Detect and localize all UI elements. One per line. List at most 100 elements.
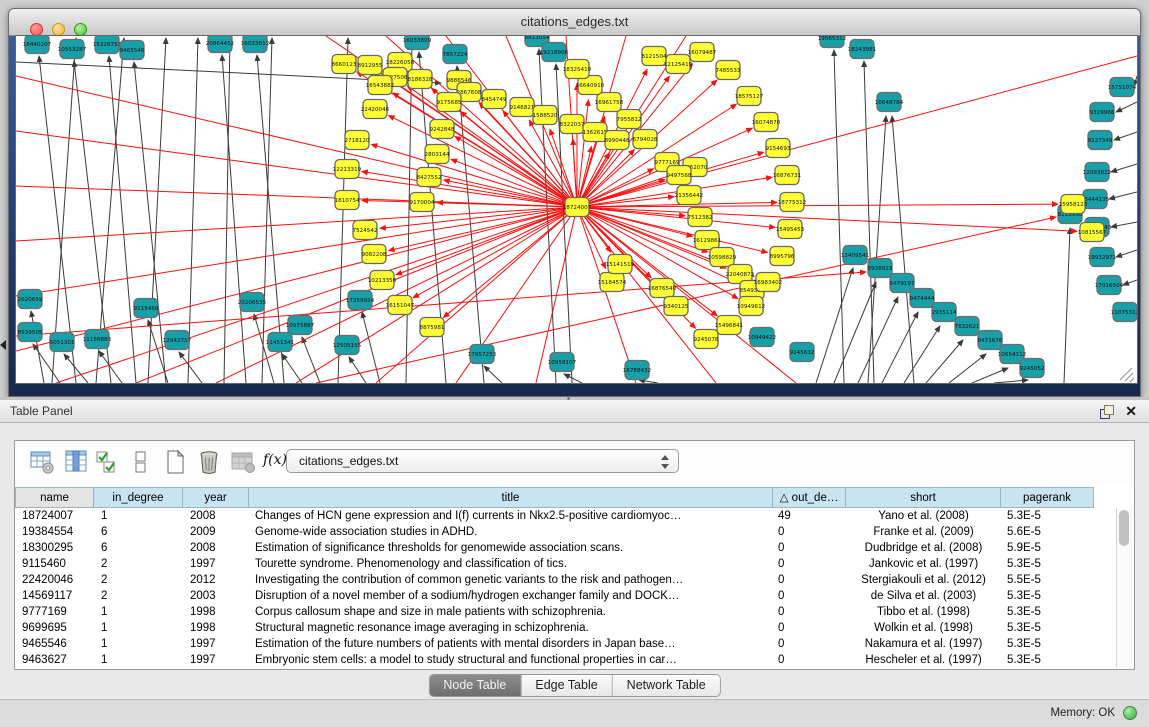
- delete-table-trash-icon[interactable]: [195, 448, 223, 476]
- network-node[interactable]: 16983402: [754, 273, 782, 292]
- network-node[interactable]: 15958123: [1059, 195, 1088, 214]
- network-node[interactable]: 16151047: [386, 296, 415, 315]
- network-node[interactable]: 9340125: [664, 297, 689, 316]
- network-node[interactable]: 8427552: [417, 168, 442, 187]
- network-node[interactable]: 6794028: [633, 130, 658, 149]
- network-node[interactable]: 18243981: [848, 40, 877, 59]
- network-node[interactable]: 8990448: [605, 131, 630, 150]
- table-row[interactable]: 1938455462009Genome-wide association stu…: [15, 524, 1094, 540]
- network-node[interactable]: 9245052: [1020, 359, 1045, 378]
- network-node[interactable]: 12942757: [163, 331, 192, 350]
- network-node[interactable]: 9242848: [430, 120, 455, 139]
- column-header-out_de[interactable]: △ out_de…: [773, 487, 846, 508]
- network-node[interactable]: 7512382: [688, 208, 713, 227]
- network-node[interactable]: 16876540: [648, 279, 677, 298]
- network-node[interactable]: 22420046: [361, 100, 390, 119]
- network-node[interactable]: 9474444: [910, 289, 935, 308]
- column-header-in_degree[interactable]: in_degree: [94, 487, 183, 508]
- network-node[interactable]: 7632621: [955, 317, 980, 336]
- network-node[interactable]: 2718120: [345, 131, 370, 150]
- network-node[interactable]: 19932971: [1088, 248, 1117, 267]
- table-row[interactable]: 911546021997Tourette syndrome. Phenomeno…: [15, 556, 1094, 572]
- network-node[interactable]: 9245078: [694, 330, 719, 349]
- network-node[interactable]: 15226753: [93, 35, 122, 54]
- tab-edge-table[interactable]: Edge Table: [521, 675, 612, 696]
- network-node[interactable]: 11156883: [83, 330, 112, 349]
- vertical-scrollbar[interactable]: [1116, 508, 1132, 667]
- network-node[interactable]: 8454749: [482, 90, 507, 109]
- network-node[interactable]: 16033809: [403, 35, 432, 50]
- network-node[interactable]: 21356442: [675, 186, 703, 205]
- network-node[interactable]: 10975887: [286, 316, 315, 335]
- network-node[interactable]: 15141519: [606, 255, 635, 274]
- network-node[interactable]: 2803144: [425, 145, 450, 164]
- network-window-titlebar[interactable]: citations_edges.txt: [9, 9, 1140, 36]
- network-node[interactable]: 5051301: [50, 333, 75, 352]
- tab-network-table[interactable]: Network Table: [613, 675, 720, 696]
- table-row[interactable]: 946554611997Estimation of the future num…: [15, 636, 1094, 652]
- network-node[interactable]: 15751074: [1108, 78, 1137, 97]
- network-node[interactable]: 1588520: [533, 106, 558, 125]
- network-node[interactable]: 8995796: [770, 247, 795, 266]
- network-node[interactable]: 18775312: [778, 193, 806, 212]
- table-row[interactable]: 977716911998Corpus callosum shape and si…: [15, 604, 1094, 620]
- network-node[interactable]: 11451341: [266, 333, 295, 352]
- network-node[interactable]: 10949422: [748, 328, 776, 347]
- network-node[interactable]: 9154693: [766, 139, 791, 158]
- network-node[interactable]: 9329966: [1090, 103, 1115, 122]
- network-node[interactable]: 7524542: [353, 221, 378, 240]
- table-row[interactable]: 969969511998Structural magnetic resonanc…: [15, 620, 1094, 636]
- network-node[interactable]: 16876731: [773, 166, 802, 185]
- float-panel-icon[interactable]: [1100, 405, 1113, 418]
- network-node[interactable]: 18724007: [563, 198, 592, 217]
- network-node[interactable]: 12213319: [333, 160, 362, 179]
- network-node[interactable]: 9082208: [362, 245, 387, 264]
- network-node[interactable]: 8875981: [420, 318, 445, 337]
- network-node[interactable]: 1810754: [335, 191, 360, 210]
- network-canvas[interactable]: 1844020710553287152267539465546208644521…: [15, 35, 1138, 384]
- function-builder-icon[interactable]: f(x): [263, 452, 287, 468]
- table-row[interactable]: 946362711997Embryonic stem cells: a mode…: [15, 652, 1094, 668]
- close-panel-icon[interactable]: ✕: [1125, 403, 1137, 419]
- network-node[interactable]: 20864452: [206, 35, 234, 53]
- table-row[interactable]: 1456911722003Disruption of a novel membe…: [15, 588, 1094, 604]
- network-node[interactable]: 9497568: [667, 166, 692, 185]
- network-node[interactable]: 16079487: [688, 43, 717, 62]
- network-node[interactable]: 15184574: [598, 273, 627, 292]
- network-node[interactable]: 8938923: [868, 259, 893, 278]
- table-settings-icon[interactable]: [28, 448, 56, 476]
- network-node[interactable]: 19218906: [540, 43, 569, 62]
- network-node[interactable]: 9245632: [790, 343, 815, 362]
- network-node[interactable]: 16543882: [366, 76, 394, 95]
- network-node[interactable]: 18575127: [735, 87, 764, 106]
- network-node[interactable]: 16129861: [693, 231, 722, 250]
- network-node[interactable]: 13409541: [841, 246, 870, 265]
- network-node[interactable]: 10815567: [1078, 223, 1107, 242]
- network-node[interactable]: 10553287: [58, 40, 87, 59]
- network-node[interactable]: 15496841: [715, 316, 744, 335]
- new-table-icon[interactable]: [161, 448, 189, 476]
- network-node[interactable]: 16648784: [875, 93, 904, 112]
- network-node[interactable]: 12093822: [1083, 163, 1111, 182]
- network-node[interactable]: 19565312: [818, 35, 846, 48]
- table-row[interactable]: 2242004622012Investigating the contribut…: [15, 572, 1094, 588]
- network-node[interactable]: 17957233: [468, 345, 497, 364]
- network-node[interactable]: 7857224: [443, 45, 468, 64]
- network-node[interactable]: 17359924: [346, 291, 375, 310]
- network-node[interactable]: 11075312: [1111, 303, 1138, 322]
- network-node[interactable]: 16033812: [241, 35, 269, 53]
- network-node[interactable]: 9170004: [410, 193, 435, 212]
- network-node[interactable]: 8471676: [978, 331, 1003, 350]
- network-node[interactable]: 18325419: [563, 60, 592, 79]
- network-node[interactable]: 7485533: [716, 61, 741, 80]
- network-node[interactable]: 8186328: [408, 70, 433, 89]
- column-header-name[interactable]: name: [15, 487, 94, 508]
- network-node[interactable]: 18440207: [23, 35, 52, 54]
- network-node[interactable]: 7955812: [617, 110, 642, 129]
- network-node[interactable]: 2935114: [932, 303, 957, 322]
- column-header-title[interactable]: title: [249, 487, 773, 508]
- table-row[interactable]: 1830029562008Estimation of significance …: [15, 540, 1094, 556]
- collapse-arrow-icon[interactable]: [0, 340, 6, 350]
- network-node[interactable]: 8660123: [332, 55, 357, 74]
- network-node[interactable]: 12505155: [333, 336, 362, 355]
